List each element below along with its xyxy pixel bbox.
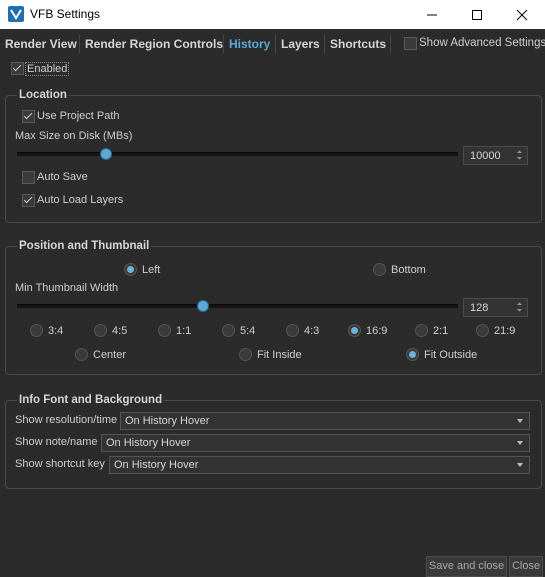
show-shortcut-value: On History Hover (114, 459, 199, 471)
tab-render-region-controls[interactable]: Render Region Controls (85, 37, 223, 51)
ratio-16-9-label: 16:9 (366, 325, 388, 337)
ratio-2-1-label: 2:1 (433, 325, 449, 337)
position-thumbnail-title: Position and Thumbnail (17, 240, 152, 252)
show-resolution-value: On History Hover (125, 415, 210, 427)
chevron-down-icon (517, 463, 523, 467)
maximize-button[interactable] (454, 0, 499, 29)
min-thumbnail-width-label: Min Thumbnail Width (15, 282, 119, 294)
save-and-close-button[interactable]: Save and close (426, 556, 507, 577)
radio-bottom-label: Bottom (391, 264, 426, 276)
radio-ratio-1-1[interactable] (158, 324, 171, 337)
ratio-4-3-label: 4:3 (304, 325, 320, 337)
radio-ratio-4-3[interactable] (286, 324, 299, 337)
tab-divider (223, 34, 224, 54)
fit-inside-label: Fit Inside (257, 349, 302, 361)
radio-bottom[interactable] (373, 263, 386, 276)
max-size-slider[interactable] (17, 152, 458, 156)
ratio-1-1-label: 1:1 (176, 325, 192, 337)
info-font-title: Info Font and Background (17, 394, 165, 406)
show-note-value: On History Hover (106, 437, 191, 449)
show-note-label: Show note/name (15, 436, 98, 448)
show-note-dropdown[interactable]: On History Hover (101, 434, 530, 452)
show-advanced-label: Show Advanced Settings (419, 37, 545, 49)
enabled-checkbox[interactable] (11, 62, 24, 75)
max-size-spinbox[interactable]: 10000 (463, 146, 528, 165)
max-size-label: Max Size on Disk (MBs) (15, 130, 133, 142)
ratio-21-9-label: 21:9 (494, 325, 516, 337)
chevron-down-icon (517, 419, 523, 423)
radio-ratio-2-1[interactable] (415, 324, 428, 337)
auto-save-checkbox[interactable] (22, 171, 35, 184)
tab-history[interactable]: History (229, 37, 270, 51)
center-label: Center (93, 349, 127, 361)
auto-load-layers-checkbox[interactable] (22, 194, 35, 207)
spin-arrows-icon[interactable] (516, 149, 523, 161)
fit-outside-label: Fit Outside (424, 349, 478, 361)
close-button[interactable]: Close (509, 556, 543, 577)
radio-ratio-21-9[interactable] (476, 324, 489, 337)
radio-center[interactable] (75, 348, 88, 361)
tab-divider (324, 34, 325, 54)
chevron-down-icon (517, 441, 523, 445)
show-resolution-dropdown[interactable]: On History Hover (120, 412, 530, 430)
title-bar: VFB Settings (0, 0, 545, 29)
ratio-3-4-label: 3:4 (48, 325, 64, 337)
tab-divider (275, 34, 276, 54)
close-window-button[interactable] (499, 0, 544, 29)
ratio-4-5-label: 4:5 (112, 325, 128, 337)
use-project-path-checkbox[interactable] (22, 110, 35, 123)
show-shortcut-label: Show shortcut key (15, 458, 105, 470)
show-resolution-label: Show resolution/time (15, 414, 118, 426)
enabled-label: Enabled (25, 62, 70, 76)
radio-left-label: Left (142, 264, 161, 276)
use-project-path-label: Use Project Path (37, 110, 120, 122)
show-advanced-checkbox[interactable] (404, 37, 417, 50)
ratio-5-4-label: 5:4 (240, 325, 256, 337)
min-thumbnail-width-spinbox[interactable]: 128 (463, 298, 528, 317)
vray-logo-icon (8, 6, 24, 22)
spin-arrows-icon[interactable] (516, 301, 523, 313)
location-title: Location (17, 89, 69, 101)
auto-save-label: Auto Save (37, 171, 88, 183)
max-size-value: 10000 (470, 150, 501, 162)
tab-shortcuts[interactable]: Shortcuts (330, 37, 386, 51)
radio-ratio-16-9[interactable] (348, 324, 361, 337)
radio-fit-outside[interactable] (406, 348, 419, 361)
tab-divider (79, 34, 80, 54)
auto-load-layers-label: Auto Load Layers (37, 194, 124, 206)
radio-fit-inside[interactable] (239, 348, 252, 361)
min-thumbnail-width-value: 128 (470, 302, 489, 314)
tab-divider (390, 34, 391, 54)
min-thumbnail-width-slider[interactable] (17, 304, 458, 308)
radio-left[interactable] (124, 263, 137, 276)
tab-bar: Render View Render Region Controls Histo… (0, 30, 545, 56)
tab-layers[interactable]: Layers (281, 37, 320, 51)
window-title: VFB Settings (30, 7, 101, 21)
radio-ratio-5-4[interactable] (222, 324, 235, 337)
show-shortcut-dropdown[interactable]: On History Hover (109, 456, 530, 474)
radio-ratio-3-4[interactable] (30, 324, 43, 337)
tab-render-view[interactable]: Render View (5, 37, 77, 51)
minimize-button[interactable] (409, 0, 454, 29)
radio-ratio-4-5[interactable] (94, 324, 107, 337)
